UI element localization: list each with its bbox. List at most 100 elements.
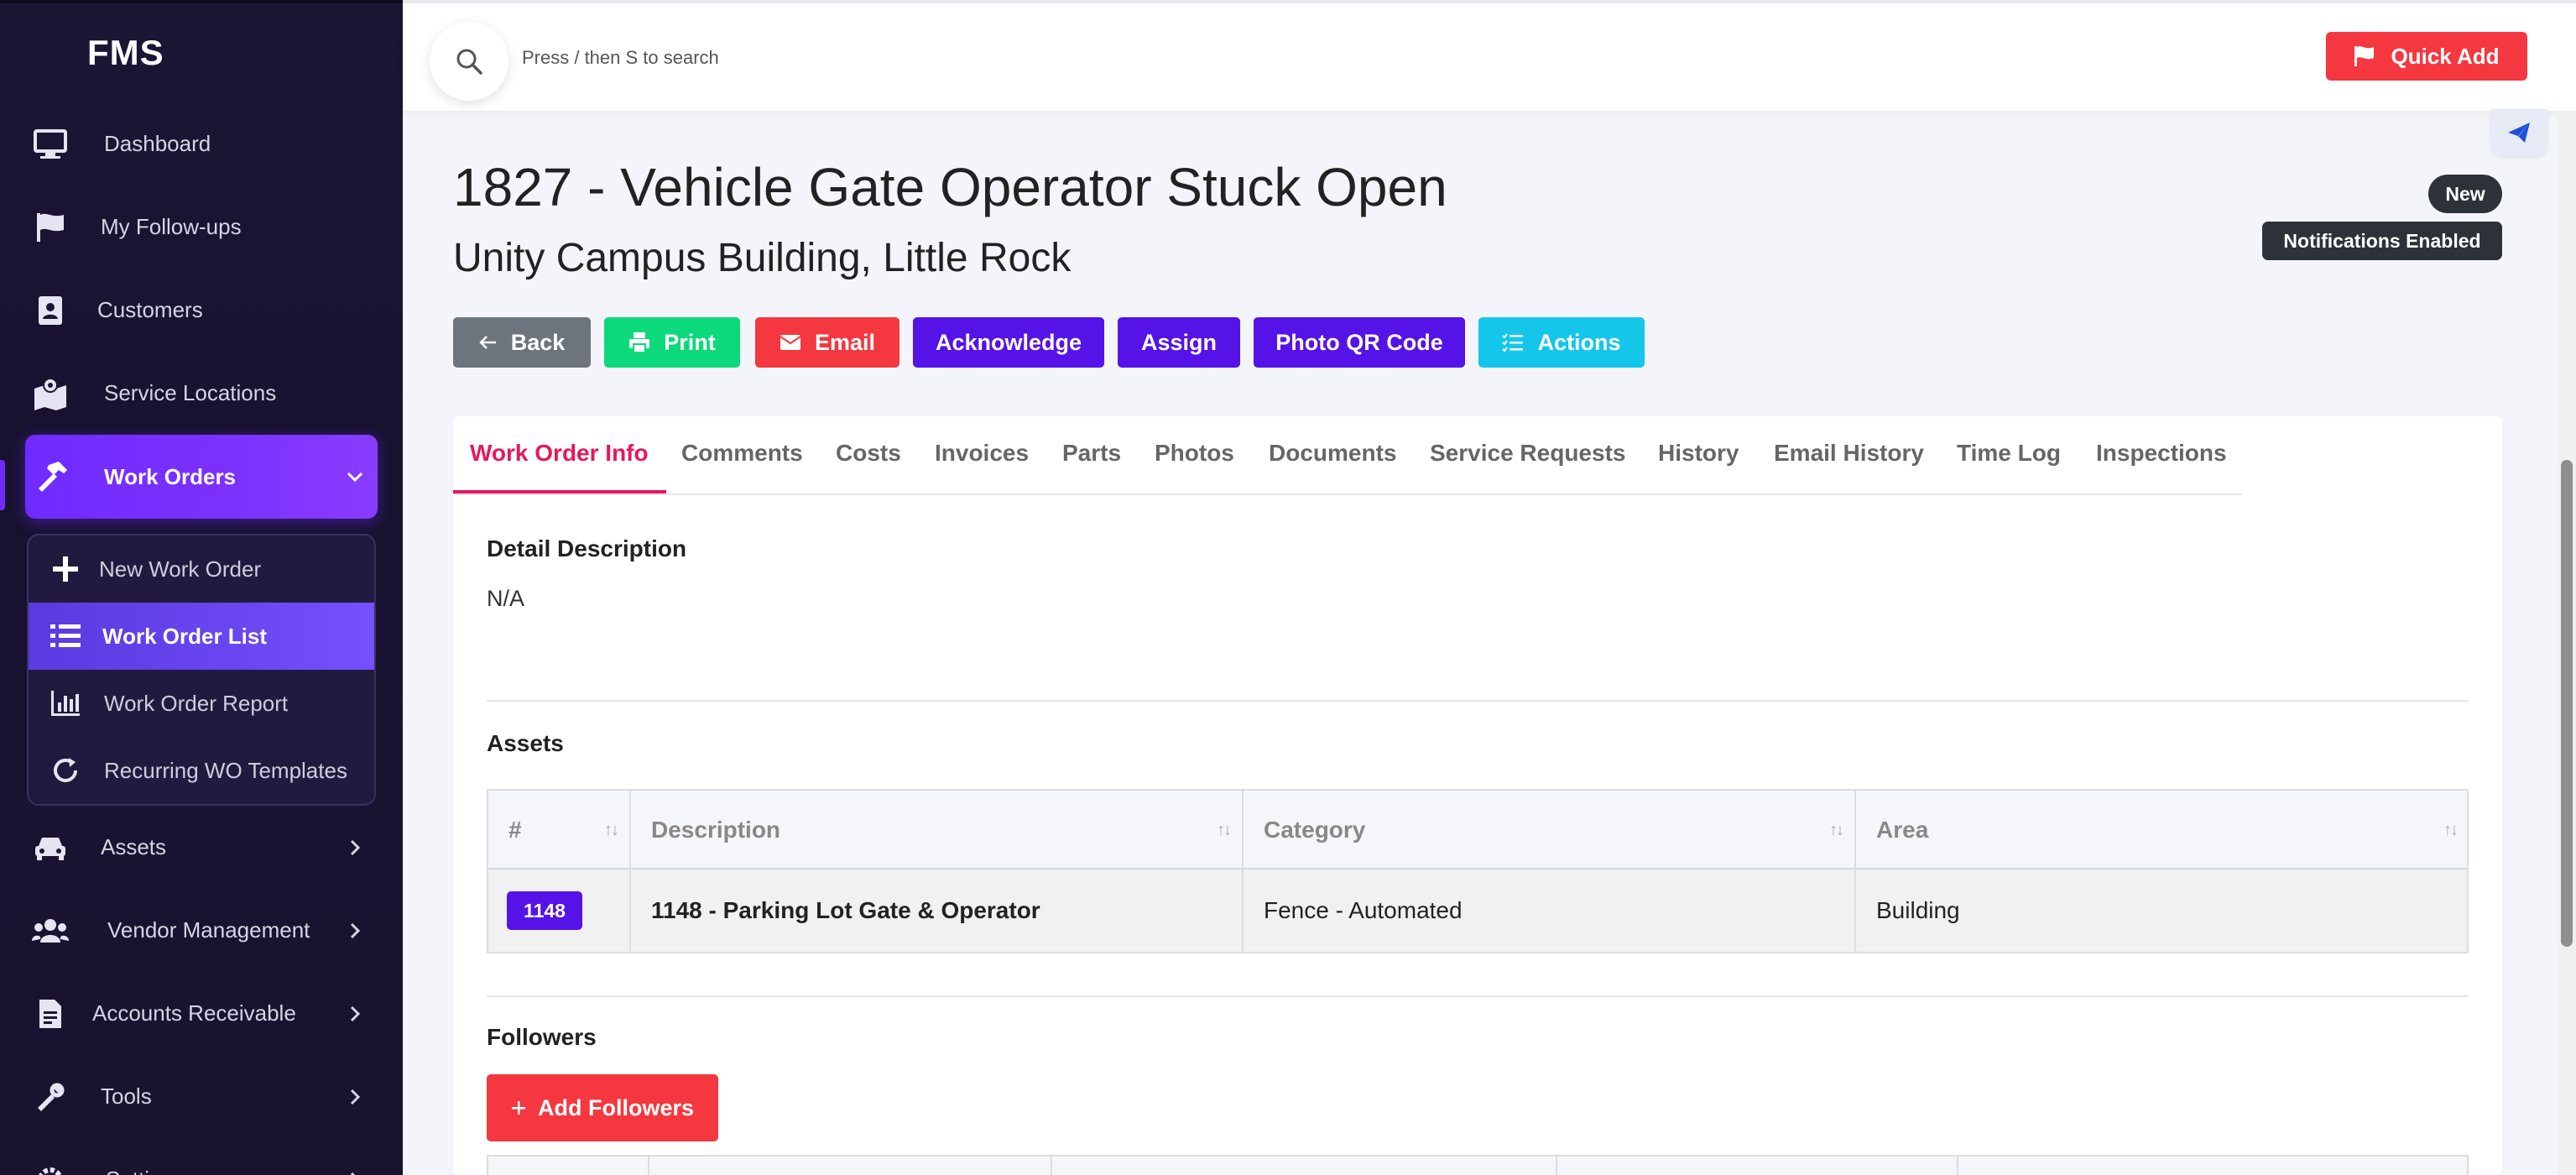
assign-button[interactable]: Assign (1118, 317, 1240, 368)
tab-email-history[interactable]: Email History (1774, 440, 1924, 467)
photo-qr-code-button[interactable]: Photo QR Code (1254, 317, 1465, 368)
sidebar-item-vendor-management[interactable]: Vendor Management (0, 889, 403, 972)
sort-icon: ↑↓ (604, 820, 619, 839)
email-button[interactable]: Email (755, 317, 900, 368)
quick-add-label: Quick Add (2391, 43, 2500, 69)
tab-time-log[interactable]: Time Log (1957, 440, 2061, 467)
contact-card-icon (32, 292, 69, 329)
print-button[interactable]: Print (604, 317, 740, 368)
assets-table-header: # ↑↓ Description ↑↓ Category ↑↓ Area ↑↓ (488, 791, 2467, 870)
list-icon (49, 619, 82, 653)
tab-bar: Work Order Info Comments Costs Invoices … (453, 416, 2242, 495)
sort-icon: ↑↓ (2443, 820, 2459, 839)
search-button[interactable] (430, 22, 508, 101)
sidebar-item-label: My Follow-ups (101, 214, 242, 239)
tab-history[interactable]: History (1658, 440, 1739, 467)
send-feedback-button[interactable] (2490, 109, 2547, 156)
chevron-right-icon (344, 837, 366, 859)
sidebar-item-label: Accounts Receivable (92, 1000, 296, 1026)
sidebar-item-dashboard[interactable]: Dashboard (0, 102, 403, 185)
printer-icon (629, 332, 650, 353)
chevron-right-icon (344, 1169, 366, 1175)
asset-id-cell: 1148 (488, 870, 631, 952)
search-hint[interactable]: Press / then S to search (522, 47, 719, 69)
plus-icon (49, 552, 82, 586)
sidebar-item-service-locations[interactable]: Service Locations (0, 352, 403, 435)
tab-documents[interactable]: Documents (1269, 440, 1396, 467)
actions-label: Actions (1537, 329, 1621, 355)
arrow-left-icon (478, 336, 496, 349)
sidebar: FMS Dashboard My Follow-ups Customers Se… (0, 0, 403, 1175)
quick-add-button[interactable]: Quick Add (2326, 32, 2527, 81)
table-row[interactable]: 1148 1148 - Parking Lot Gate & Operator … (488, 870, 2467, 952)
flag-icon (32, 209, 69, 246)
submenu-item-recurring-wo-templates[interactable]: Recurring WO Templates (29, 737, 374, 804)
envelope-icon (780, 335, 801, 350)
column-divider (1051, 1157, 1052, 1175)
sidebar-item-accounts-receivable[interactable]: Accounts Receivable (0, 972, 403, 1055)
search-icon (456, 49, 482, 75)
refresh-icon (49, 754, 82, 787)
sidebar-item-tools[interactable]: Tools (0, 1055, 403, 1138)
asset-category-cell: Fence - Automated (1244, 870, 1856, 952)
asset-id-badge[interactable]: 1148 (507, 891, 582, 930)
sidebar-item-label: Customers (97, 297, 203, 322)
submenu-item-label: Work Order List (102, 623, 268, 649)
paper-plane-icon (2508, 123, 2530, 143)
section-divider (487, 995, 2469, 997)
gear-icon (32, 1162, 69, 1175)
sidebar-item-my-follow-ups[interactable]: My Follow-ups (0, 185, 403, 269)
column-header-area[interactable]: Area ↑↓ (1856, 791, 2469, 870)
assets-table: # ↑↓ Description ↑↓ Category ↑↓ Area ↑↓ … (487, 789, 2469, 953)
back-label: Back (510, 329, 566, 355)
asset-area-cell: Building (1876, 897, 1960, 923)
column-header-description[interactable]: Description ↑↓ (631, 791, 1244, 870)
sidebar-item-label: Vendor Management (107, 917, 310, 943)
column-header-category[interactable]: Category ↑↓ (1244, 791, 1856, 870)
chevron-right-icon (344, 1086, 366, 1108)
wrench-icon (32, 1078, 69, 1115)
assets-heading: Assets (487, 730, 564, 756)
tab-comments[interactable]: Comments (681, 440, 803, 467)
print-label: Print (664, 329, 716, 355)
sidebar-item-customers[interactable]: Customers (0, 269, 403, 352)
asset-description-cell[interactable]: 1148 - Parking Lot Gate & Operator (631, 870, 1244, 952)
plus-icon (511, 1101, 525, 1115)
tab-invoices[interactable]: Invoices (935, 440, 1029, 467)
acknowledge-button[interactable]: Acknowledge (913, 317, 1104, 368)
sort-icon: ↑↓ (1829, 820, 1844, 839)
submenu-item-work-order-list[interactable]: Work Order List (29, 603, 374, 670)
hammer-icon (34, 458, 70, 495)
tab-photos[interactable]: Photos (1155, 440, 1234, 467)
submenu-item-work-order-report[interactable]: Work Order Report (29, 670, 374, 737)
acknowledge-label: Acknowledge (935, 329, 1082, 355)
tab-service-requests[interactable]: Service Requests (1430, 440, 1625, 467)
tab-inspections[interactable]: Inspections (2096, 440, 2227, 467)
email-label: Email (814, 329, 876, 355)
tab-costs[interactable]: Costs (836, 440, 901, 467)
page-scrollbar-thumb[interactable] (2561, 460, 2573, 947)
brand-logo[interactable]: FMS (0, 3, 403, 102)
column-divider (1556, 1157, 1557, 1175)
active-tab-indicator (453, 490, 666, 494)
add-followers-button[interactable]: Add Followers (487, 1074, 718, 1141)
active-nav-marker (0, 460, 5, 510)
submenu-item-label: Work Order Report (104, 690, 289, 716)
back-button[interactable]: Back (453, 317, 591, 368)
sidebar-item-assets[interactable]: Assets (0, 806, 403, 889)
flag-icon (2354, 46, 2375, 66)
sidebar-item-settings[interactable]: Settings (0, 1138, 403, 1175)
sidebar-item-label: Work Orders (104, 463, 237, 489)
tab-parts[interactable]: Parts (1062, 440, 1121, 467)
work-orders-submenu: New Work Order Work Order List Work Orde… (27, 534, 376, 806)
submenu-item-new-work-order[interactable]: New Work Order (29, 535, 374, 603)
tab-work-order-info[interactable]: Work Order Info (470, 440, 649, 467)
column-header-number[interactable]: # ↑↓ (488, 791, 631, 870)
page-title: 1827 - Vehicle Gate Operator Stuck Open (453, 157, 1447, 217)
detail-description-heading: Detail Description (487, 535, 687, 561)
top-bar: Press / then S to search Quick Add (403, 0, 2576, 111)
column-divider (648, 1157, 649, 1175)
actions-menu-button[interactable]: Actions (1478, 317, 1645, 368)
chevron-right-icon (344, 1003, 366, 1025)
sidebar-item-work-orders[interactable]: Work Orders (25, 435, 378, 519)
